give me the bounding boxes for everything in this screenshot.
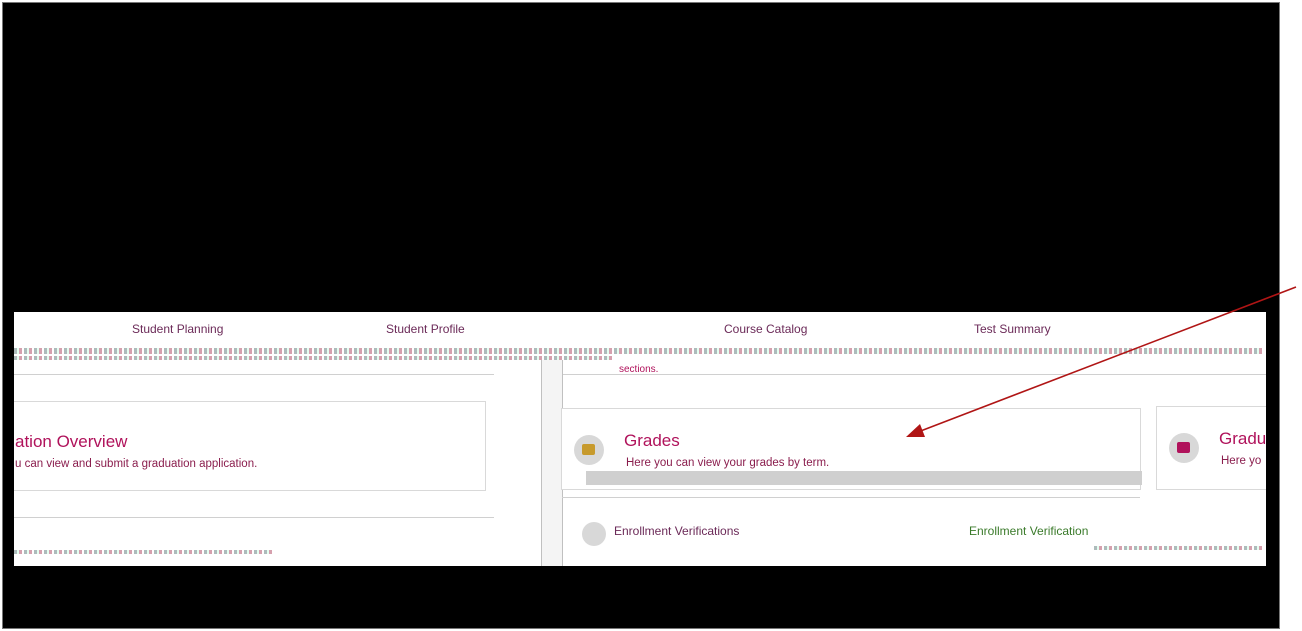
arrow-head (906, 424, 925, 437)
annotation-arrow (906, 286, 1297, 437)
arrow-line (917, 286, 1297, 433)
